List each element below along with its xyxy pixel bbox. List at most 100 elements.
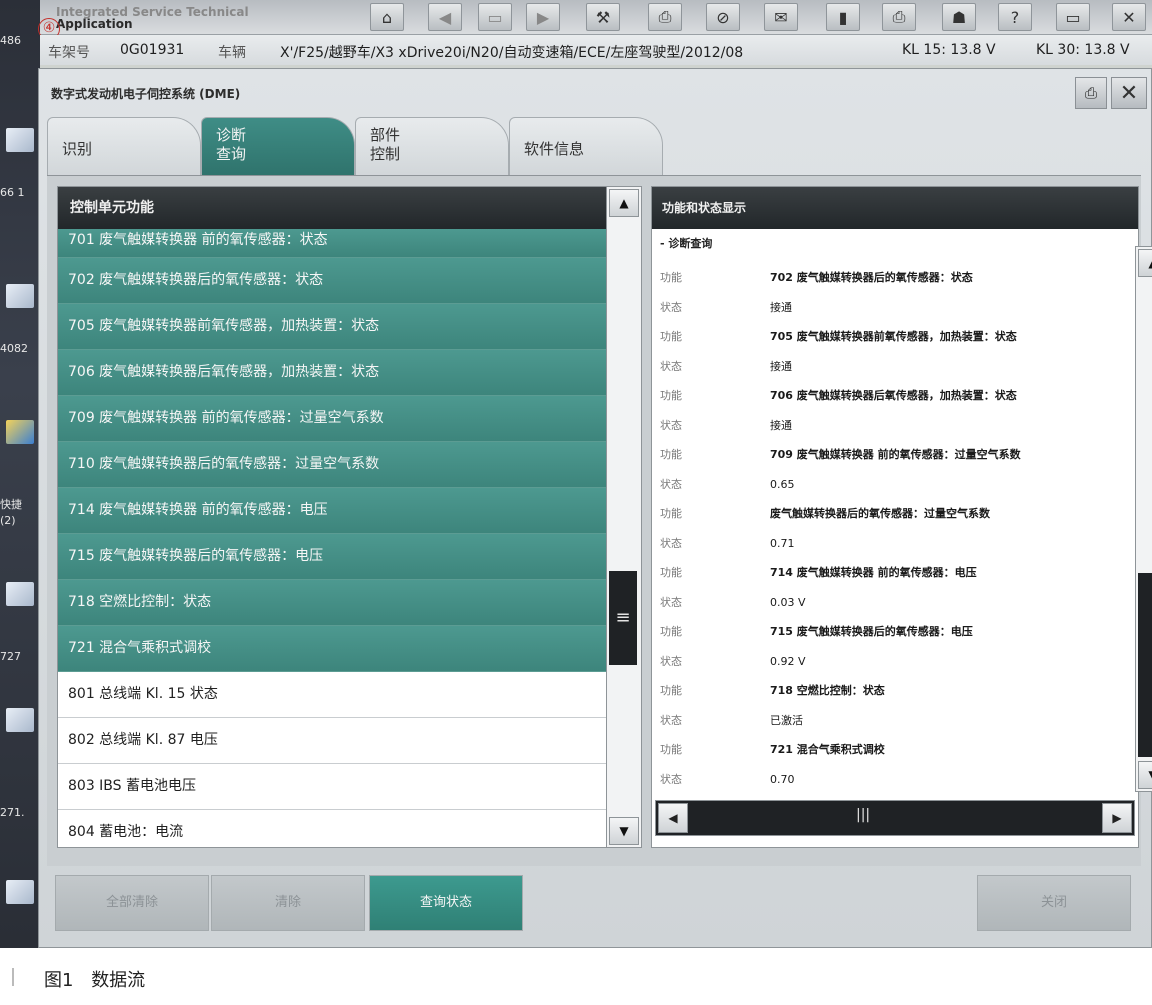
scroll-thumb[interactable]: ||| (856, 807, 870, 823)
status-label: 状态 (660, 300, 682, 314)
wrench-icon[interactable]: ⚒ (586, 3, 620, 31)
function-status-panel: 功能和状态显示 - 诊断查询 功能 702 废气触媒转换器后的氧传感器：状态 状态接… (651, 186, 1139, 848)
list-item[interactable]: 803 IBS 蓄电池电压 (58, 764, 606, 810)
function-value: 废气触媒转换器后的氧传感器：过量空气系数 (770, 507, 990, 520)
scroll-left-icon[interactable]: ◀ (658, 803, 688, 833)
control-unit-functions-panel: 控制单元功能 701 废气触媒转换器 前的氧传感器：状态 702 废气触媒转换器… (57, 186, 607, 848)
vin-label: 车架号 (48, 45, 90, 61)
clear-button[interactable]: 清除 (211, 875, 365, 931)
list-item[interactable]: 709 废气触媒转换器 前的氧传感器：过量空气系数 (58, 396, 606, 442)
function-row: 功能 715 废气触媒转换器后的氧传感器：电压 (660, 623, 973, 639)
home-icon[interactable]: ⌂ (370, 3, 404, 31)
tab-diagnosis-query[interactable]: 诊断 查询 (201, 117, 355, 176)
list-item[interactable]: 715 废气触媒转换器后的氧传感器：电压 (58, 534, 606, 580)
function-label: 功能 (660, 507, 682, 520)
function-value: 715 废气触媒转换器后的氧传感器：电压 (770, 625, 973, 638)
mail-icon[interactable]: ✉ (764, 3, 798, 31)
desktop-label: 727 (0, 650, 21, 663)
list-item[interactable]: 701 废气触媒转换器 前的氧传感器：状态 (58, 229, 606, 258)
status-value: 0.70 (770, 772, 795, 786)
list-item[interactable]: 718 空燃比控制：状态 (58, 580, 606, 626)
tab-identification[interactable]: 识别 (47, 117, 201, 176)
figure-number: 图1 (44, 970, 74, 991)
tab-software-info[interactable]: 软件信息 (509, 117, 663, 176)
panel-header: 控制单元功能 (58, 187, 606, 229)
status-row: 状态 0.70 (660, 771, 795, 787)
kl15-voltage: KL 15: 13.8 V (902, 42, 996, 58)
function-row: 功能 705 废气触媒转换器前氧传感器，加热装置：状态 (660, 328, 1017, 344)
list-item[interactable]: 714 废气触媒转换器 前的氧传感器：电压 (58, 488, 606, 534)
clear-all-button[interactable]: 全部清除 (55, 875, 209, 931)
list-item[interactable]: 721 混合气乘积式调校 (58, 626, 606, 672)
help-icon[interactable]: ? (998, 3, 1032, 31)
close-button[interactable]: 关闭 (977, 875, 1131, 931)
status-row: 状态 0.71 (660, 535, 795, 551)
scroll-thumb[interactable] (1138, 573, 1152, 757)
connection-icon[interactable]: ⊘ (706, 3, 740, 31)
minimize-icon[interactable]: ▭ (1056, 3, 1090, 31)
desktop-label: 271. (0, 806, 25, 819)
scroll-right-icon[interactable]: ▶ (1102, 803, 1132, 833)
list-item[interactable]: 801 总线端 Kl. 15 状态 (58, 672, 606, 718)
app-title: Integrated Service Technical Application (56, 6, 249, 30)
page-icon[interactable]: ▭ (478, 3, 512, 31)
list-item[interactable]: 710 废气触媒转换器后的氧传感器：过量空气系数 (58, 442, 606, 488)
function-label: 功能 (660, 448, 682, 461)
desktop-icon[interactable] (6, 284, 34, 308)
scroll-up-icon[interactable]: ▲ (1138, 249, 1152, 277)
list-item[interactable]: 702 废气触媒转换器后的氧传感器：状态 (58, 258, 606, 304)
section-title: - 诊断查询 (660, 237, 713, 250)
function-label: 功能 (660, 389, 682, 402)
scroll-down-icon[interactable]: ▼ (609, 817, 639, 845)
status-row: 状态 已激活 (660, 712, 803, 728)
desktop-icon[interactable] (6, 420, 34, 444)
kl30-voltage: KL 30: 13.8 V (1036, 42, 1130, 58)
desktop-icon[interactable] (6, 880, 34, 904)
status-label: 状态 (660, 713, 682, 727)
print-icon[interactable]: ⎙ (1075, 77, 1107, 109)
status-value: 0.92 V (770, 654, 806, 668)
forward-icon[interactable]: ▶ (526, 3, 560, 31)
list-item[interactable]: 706 废气触媒转换器后氧传感器，加热装置：状态 (58, 350, 606, 396)
vehicle-value: X'/F25/越野车/X3 xDrive20i/N20/自动变速箱/ECE/左座… (280, 45, 744, 61)
status-label: 状态 (660, 595, 682, 609)
tab-label: 部件 控制 (370, 126, 400, 164)
status-row: 状态 0.03 V (660, 594, 806, 610)
device-icon[interactable]: ⎙ (648, 3, 682, 31)
desktop-icon[interactable] (6, 708, 34, 732)
scroll-up-icon[interactable]: ▲ (609, 189, 639, 217)
right-horizontal-scrollbar[interactable]: ◀ ||| ▶ (655, 800, 1135, 836)
desktop-icon[interactable] (6, 128, 34, 152)
desktop-icon[interactable] (6, 582, 34, 606)
users-icon[interactable]: ☗ (942, 3, 976, 31)
list-item[interactable]: 705 废气触媒转换器前氧传感器，加热装置：状态 (58, 304, 606, 350)
scroll-down-icon[interactable]: ▼ (1138, 761, 1152, 789)
close-icon[interactable]: ✕ (1112, 3, 1146, 31)
list-item[interactable]: 802 总线端 Kl. 87 电压 (58, 718, 606, 764)
function-row: 功能 721 混合气乘积式调校 (660, 741, 885, 757)
right-vertical-scrollbar[interactable]: ▲ ▼ (1135, 246, 1152, 792)
desktop-strip: 486 66 1 4082 快捷 (2) 727 271. (0, 0, 40, 948)
battery-icon[interactable]: ▮ (826, 3, 860, 31)
left-scrollbar[interactable]: ▲ ≡ ▼ (606, 186, 642, 848)
print-icon[interactable]: ⎙ (882, 3, 916, 31)
tab-label: 诊断 查询 (216, 126, 246, 164)
status-row: 状态 0.92 V (660, 653, 806, 669)
list-item[interactable]: 804 蓄电池：电流 (58, 810, 606, 847)
scroll-thumb[interactable]: ≡ (609, 571, 637, 665)
status-value: 0.03 V (770, 595, 806, 609)
tab-label: 软件信息 (524, 140, 585, 158)
vin-value: 0G01931 (120, 42, 185, 58)
function-label: 功能 (660, 271, 682, 284)
desktop-label: 4082 (0, 342, 28, 355)
desktop-label: 66 1 (0, 186, 25, 199)
function-label: 功能 (660, 330, 682, 343)
figure-title: 数据流 (91, 970, 146, 991)
function-value: 702 废气触媒转换器后的氧传感器：状态 (770, 271, 973, 284)
query-status-button[interactable]: 查询状态 (369, 875, 523, 931)
dme-dialog: 数字式发动机电子伺控系统 (DME) ⎙ ✕ 识别 诊断 查询 部件 控制 软件… (38, 68, 1152, 948)
tab-component-control[interactable]: 部件 控制 (355, 117, 509, 176)
vehicle-info-bar: 车架号 0G01931 车辆 X'/F25/越野车/X3 xDrive20i/N… (40, 35, 1152, 65)
close-icon[interactable]: ✕ (1111, 77, 1147, 109)
back-icon[interactable]: ◀ (428, 3, 462, 31)
